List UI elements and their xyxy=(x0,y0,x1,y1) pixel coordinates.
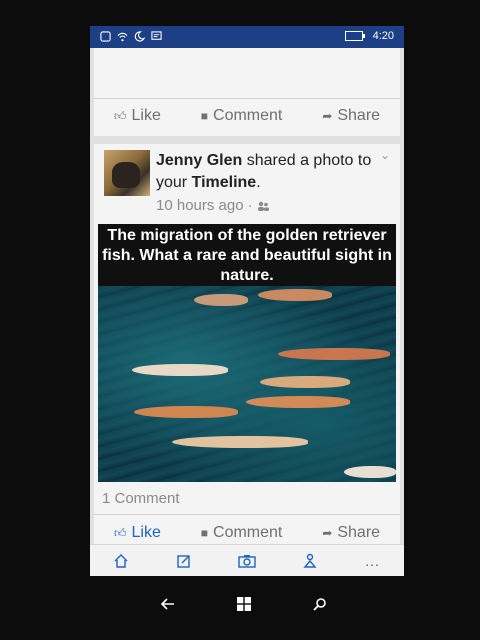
status-bar: 4:20 xyxy=(90,26,404,48)
home-button[interactable] xyxy=(110,550,132,572)
camera-button[interactable] xyxy=(236,550,258,572)
author-avatar[interactable] xyxy=(104,150,150,196)
comment-label: Comment xyxy=(213,107,283,124)
camera-icon xyxy=(238,555,256,568)
find-friends-button[interactable] xyxy=(299,550,321,572)
start-button[interactable] xyxy=(232,592,256,616)
back-icon xyxy=(161,598,174,610)
share-button[interactable]: ➦ Share xyxy=(322,524,380,542)
audience-friends-icon[interactable] xyxy=(257,201,270,212)
post-time[interactable]: 10 hours ago xyxy=(156,195,244,217)
phone-screen: 4:20 👍︎ Like ■ Comment ➦ Share Jenny Gle… xyxy=(90,26,404,576)
author-name[interactable]: Jenny Glen xyxy=(156,152,242,169)
comment-button[interactable]: ■ Comment xyxy=(201,524,283,542)
like-button[interactable]: 👍︎ Like xyxy=(114,107,161,125)
photo-water xyxy=(98,286,396,482)
comment-icon: ■ xyxy=(200,109,209,123)
compose-button[interactable] xyxy=(173,550,195,572)
post-meta: 10 hours ago · xyxy=(156,195,382,217)
meta-separator: · xyxy=(247,197,253,214)
post-card: Jenny Glen shared a photo to your Timeli… xyxy=(94,144,400,550)
share-icon: ➦ xyxy=(322,109,333,123)
share-button[interactable]: ➦ Share xyxy=(322,107,380,125)
chevron-down-icon[interactable]: ⌄ xyxy=(380,148,390,162)
thumbs-up-icon: 👍︎ xyxy=(113,108,127,123)
previous-post-actions: 👍︎ Like ■ Comment ➦ Share xyxy=(94,99,400,133)
post-target-suffix: . xyxy=(256,174,261,191)
system-nav-bar xyxy=(0,584,480,624)
comment-button[interactable]: ■ Comment xyxy=(201,107,283,125)
like-label: Like xyxy=(131,524,161,541)
like-label: Like xyxy=(131,107,161,124)
post-header-text: Jenny Glen shared a photo to your Timeli… xyxy=(156,150,382,217)
more-button[interactable]: ... xyxy=(362,550,384,572)
app-bar: ... xyxy=(90,544,404,576)
status-time: 4:20 xyxy=(372,30,394,42)
like-button[interactable]: 👍︎ Like xyxy=(114,524,161,542)
comments-count-link[interactable]: 1 Comment xyxy=(102,490,180,507)
wifi-icon xyxy=(117,32,128,42)
notification-icon xyxy=(100,31,111,42)
message-icon xyxy=(151,31,162,40)
battery-icon xyxy=(344,31,365,41)
post-photo[interactable]: The migration of the golden retriever fi… xyxy=(98,224,396,482)
share-icon: ➦ xyxy=(322,526,333,540)
search-icon xyxy=(313,598,326,611)
search-button[interactable] xyxy=(308,592,332,616)
post-target[interactable]: Timeline xyxy=(192,174,257,191)
share-label: Share xyxy=(337,107,381,124)
photo-caption: The migration of the golden retriever fi… xyxy=(98,224,396,288)
back-button[interactable] xyxy=(156,592,180,616)
windows-start-icon xyxy=(237,597,251,611)
comment-icon: ■ xyxy=(200,526,209,540)
compose-icon xyxy=(177,555,190,568)
post-header: Jenny Glen shared a photo to your Timeli… xyxy=(94,144,400,222)
divider xyxy=(94,514,400,515)
previous-post-card: 👍︎ Like ■ Comment ➦ Share xyxy=(94,48,400,136)
share-label: Share xyxy=(337,524,381,541)
find-friends-icon xyxy=(303,553,317,568)
thumbs-up-icon: 👍︎ xyxy=(113,525,127,540)
do-not-disturb-icon xyxy=(134,31,145,42)
home-icon xyxy=(114,554,128,568)
comment-label: Comment xyxy=(213,524,283,541)
